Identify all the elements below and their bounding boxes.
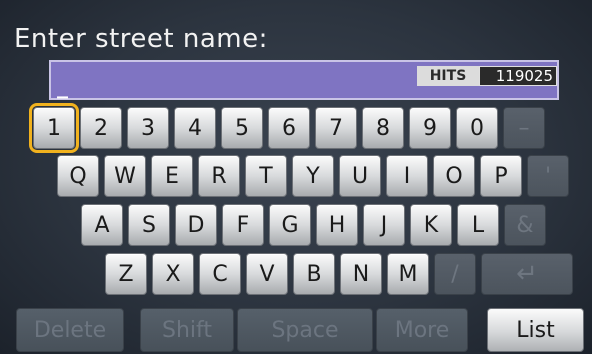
key-1[interactable]: 1: [29, 103, 79, 153]
key-y[interactable]: Y: [292, 155, 334, 197]
key-x[interactable]: X: [152, 253, 194, 295]
input-cursor: _: [57, 74, 68, 99]
key-b[interactable]: B: [293, 253, 335, 295]
key-t[interactable]: T: [245, 155, 287, 197]
key-slash[interactable]: /: [434, 253, 476, 295]
delete-button[interactable]: Delete: [16, 308, 124, 352]
key-5[interactable]: 5: [221, 107, 263, 149]
key-0[interactable]: 0: [456, 107, 498, 149]
enter-return-icon: ↵: [516, 259, 538, 289]
key-j[interactable]: J: [363, 204, 405, 246]
key-w[interactable]: W: [104, 155, 146, 197]
key-u[interactable]: U: [339, 155, 381, 197]
key-k[interactable]: K: [410, 204, 452, 246]
key-8[interactable]: 8: [362, 107, 404, 149]
key-2[interactable]: 2: [80, 107, 122, 149]
key-f[interactable]: F: [222, 204, 264, 246]
list-button[interactable]: List: [487, 308, 584, 352]
more-button[interactable]: More: [376, 308, 468, 352]
key-l[interactable]: L: [457, 204, 499, 246]
shift-button[interactable]: Shift: [140, 308, 234, 352]
hits-value: 119025: [479, 66, 557, 86]
screen: Enter street name: _ HITS 119025 1 2 3 4…: [0, 0, 592, 354]
key-i[interactable]: I: [386, 155, 428, 197]
key-6[interactable]: 6: [268, 107, 310, 149]
key-7[interactable]: 7: [315, 107, 357, 149]
key-o[interactable]: O: [433, 155, 475, 197]
key-ampersand[interactable]: &: [504, 204, 546, 246]
hits-label: HITS: [417, 66, 479, 86]
key-z[interactable]: Z: [105, 253, 147, 295]
key-a[interactable]: A: [81, 204, 123, 246]
key-4[interactable]: 4: [174, 107, 216, 149]
key-s[interactable]: S: [128, 204, 170, 246]
space-button[interactable]: Space: [237, 308, 373, 352]
key-m[interactable]: M: [387, 253, 429, 295]
enter-key[interactable]: ↵: [481, 253, 573, 295]
key-r[interactable]: R: [198, 155, 240, 197]
key-h[interactable]: H: [316, 204, 358, 246]
key-3[interactable]: 3: [127, 107, 169, 149]
key-p[interactable]: P: [480, 155, 522, 197]
street-name-input[interactable]: _ HITS 119025: [49, 60, 559, 100]
key-q[interactable]: Q: [57, 155, 99, 197]
key-apostrophe[interactable]: ': [527, 155, 569, 197]
hits-counter: HITS 119025: [417, 66, 557, 86]
key-c[interactable]: C: [199, 253, 241, 295]
key-dash[interactable]: –: [503, 107, 545, 149]
page-title: Enter street name:: [14, 24, 268, 54]
key-n[interactable]: N: [340, 253, 382, 295]
key-e[interactable]: E: [151, 155, 193, 197]
key-d[interactable]: D: [175, 204, 217, 246]
key-v[interactable]: V: [246, 253, 288, 295]
key-g[interactable]: G: [269, 204, 311, 246]
key-9[interactable]: 9: [409, 107, 451, 149]
